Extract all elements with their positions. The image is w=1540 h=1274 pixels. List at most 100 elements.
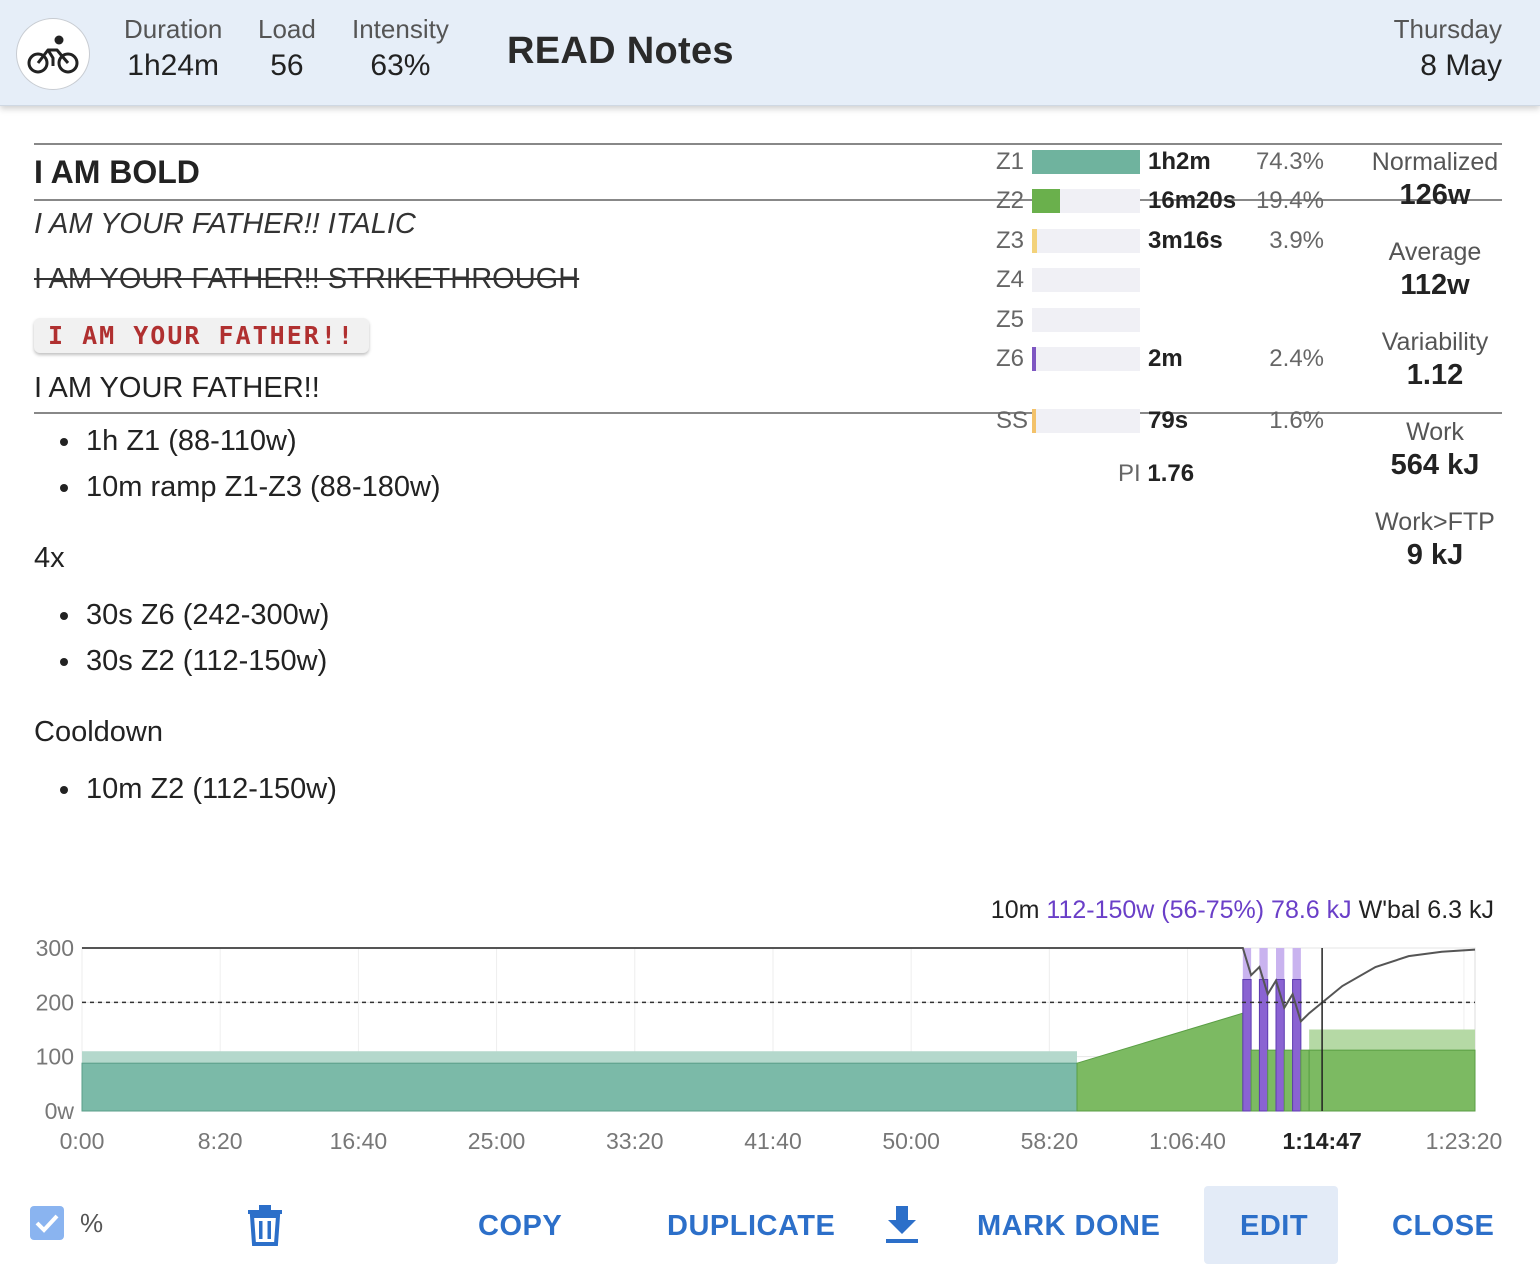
zone-percent: 1.6% (1269, 407, 1324, 434)
note-plain: I AM YOUR FATHER!! (34, 372, 320, 404)
zone-row-z3: Z3 3m16s 3.9% (996, 226, 1336, 256)
workout-date: Thursday 8 May (1394, 14, 1502, 83)
x-tick-label: 58:20 (1021, 1128, 1079, 1154)
zone-percent: 74.3% (1255, 148, 1324, 175)
zone-bar-track (1032, 150, 1140, 174)
zone-name: SS (996, 407, 1029, 434)
metric-label: Work>FTP (1375, 508, 1495, 536)
edit-button[interactable]: EDIT (1240, 1190, 1308, 1262)
y-tick-label: 0w (45, 1098, 75, 1124)
zone-time: 3m16s (1148, 227, 1223, 254)
load-stat: Load 56 (258, 14, 316, 83)
close-button[interactable]: CLOSE (1392, 1190, 1494, 1262)
z2-interval (1250, 1049, 1260, 1112)
metric-value: 126w (1399, 179, 1471, 211)
duplicate-button[interactable]: DUPLICATE (667, 1190, 835, 1262)
zone-bar-track (1032, 189, 1140, 213)
z1-block (81, 1062, 1078, 1112)
y-tick-label: 300 (36, 935, 74, 961)
note-strikethrough: I AM YOUR FATHER!! STRIKETHROUGH (34, 263, 580, 295)
zone-bar (1032, 347, 1036, 371)
zone-row-z5: Z5 (996, 305, 1336, 335)
duration-value: 1h24m (127, 49, 219, 82)
x-tick-label: 1:14:47 (1282, 1128, 1361, 1154)
note-code: I AM YOUR FATHER!! (34, 318, 369, 353)
metric-value: 112w (1400, 269, 1470, 301)
metric-label: Normalized (1371, 148, 1499, 176)
zone-bar-track (1032, 409, 1140, 433)
load-label: Load (258, 14, 316, 44)
intensity-label: Intensity (352, 14, 449, 44)
step-list: 1h Z1 (88-110w) 10m ramp Z1-Z3 (88-180w) (58, 418, 441, 510)
zone-name: Z3 (996, 227, 1025, 254)
y-tick-label: 100 (36, 1044, 74, 1070)
delete-button[interactable] (246, 1190, 284, 1262)
x-tick-label: 25:00 (468, 1128, 526, 1154)
zone-row-z1: Z1 1h2m 74.3% (996, 147, 1336, 177)
x-tick-label: 1:23:20 (1426, 1128, 1503, 1154)
ramp-block (1076, 1012, 1244, 1112)
zone-time: 16m20s (1148, 187, 1237, 214)
copy-button[interactable]: COPY (478, 1190, 562, 1262)
metric-value: 564 kJ (1390, 449, 1480, 481)
mark-done-button[interactable]: MARK DONE (977, 1190, 1160, 1262)
z2-interval (1267, 1049, 1277, 1112)
section-label: Cooldown (34, 716, 163, 748)
pi-label: PI (1118, 460, 1141, 487)
zone-time: 79s (1148, 407, 1189, 434)
intensity-value: 63% (370, 49, 431, 82)
metric-variability: Variability 1.12 (1360, 328, 1510, 392)
x-tick-label: 16:40 (330, 1128, 388, 1154)
z6-range-band (1292, 948, 1301, 980)
zone-name: Z4 (996, 266, 1025, 293)
bike-icon (16, 18, 90, 90)
zone-bar-track (1032, 347, 1140, 371)
date-value: 8 May (1420, 49, 1502, 82)
x-tick-label: 41:40 (744, 1128, 802, 1154)
metric-label: Variability (1381, 328, 1489, 356)
load-value: 56 (270, 49, 304, 82)
power-index: PI 1.76 (1118, 460, 1194, 488)
x-tick-label: 50:00 (882, 1128, 940, 1154)
cooldown-block (1308, 1049, 1476, 1112)
z6-range-band (1259, 948, 1268, 980)
hover-wbal: W'bal 6.3 kJ (1358, 896, 1494, 924)
metric-work: Work 564 kJ (1360, 418, 1510, 482)
workout-header: Duration 1h24m Load 56 Intensity 63% REA… (0, 0, 1540, 106)
metric-normalized: Normalized 126w (1360, 148, 1510, 212)
list-item: 1h Z1 (88-110w) (58, 418, 441, 464)
zone-time: 2m (1148, 345, 1183, 372)
zone-bar (1032, 189, 1061, 213)
metric-value: 1.12 (1406, 359, 1464, 391)
download-button[interactable] (884, 1190, 920, 1262)
percent-checkbox[interactable] (30, 1206, 64, 1240)
x-tick-label: 8:20 (198, 1128, 243, 1154)
zone-name: Z5 (996, 306, 1025, 333)
metric-average: Average 112w (1360, 238, 1510, 302)
z6-range-band (1276, 948, 1285, 980)
zone-percent: 19.4% (1255, 187, 1324, 214)
zone-name: Z1 (996, 148, 1025, 175)
z6-interval (1242, 979, 1252, 1112)
z6-interval (1275, 979, 1285, 1112)
metric-label: Work (1406, 418, 1464, 446)
cooldown-range-band (1309, 1029, 1475, 1051)
zone-bar (1032, 150, 1140, 174)
intensity-stat: Intensity 63% (352, 14, 449, 83)
zone-percent: 2.4% (1269, 345, 1324, 372)
percent-label: % (80, 1208, 104, 1238)
zone-row-z2: Z2 16m20s 19.4% (996, 186, 1336, 216)
duration-stat: Duration 1h24m (124, 14, 222, 83)
workout-power-chart[interactable]: 300 200 100 0w 0:00 8:20 16:40 25:00 33:20 41:40 5… (0, 930, 1540, 1160)
zone-row-z4: Z4 (996, 265, 1336, 295)
zone-percent: 3.9% (1269, 227, 1324, 254)
zone-time: 1h2m (1148, 148, 1211, 175)
metric-work-above-ftp: Work>FTP 9 kJ (1360, 508, 1510, 572)
x-tick-label: 33:20 (606, 1128, 664, 1154)
list-item: 30s Z6 (242-300w) (58, 592, 329, 638)
workout-title: READ Notes (507, 30, 734, 72)
divider (34, 143, 1502, 145)
step-list: 30s Z6 (242-300w) 30s Z2 (112-150w) (58, 592, 329, 684)
download-icon (886, 1206, 918, 1243)
step-list: 10m Z2 (112-150w) (58, 766, 337, 812)
